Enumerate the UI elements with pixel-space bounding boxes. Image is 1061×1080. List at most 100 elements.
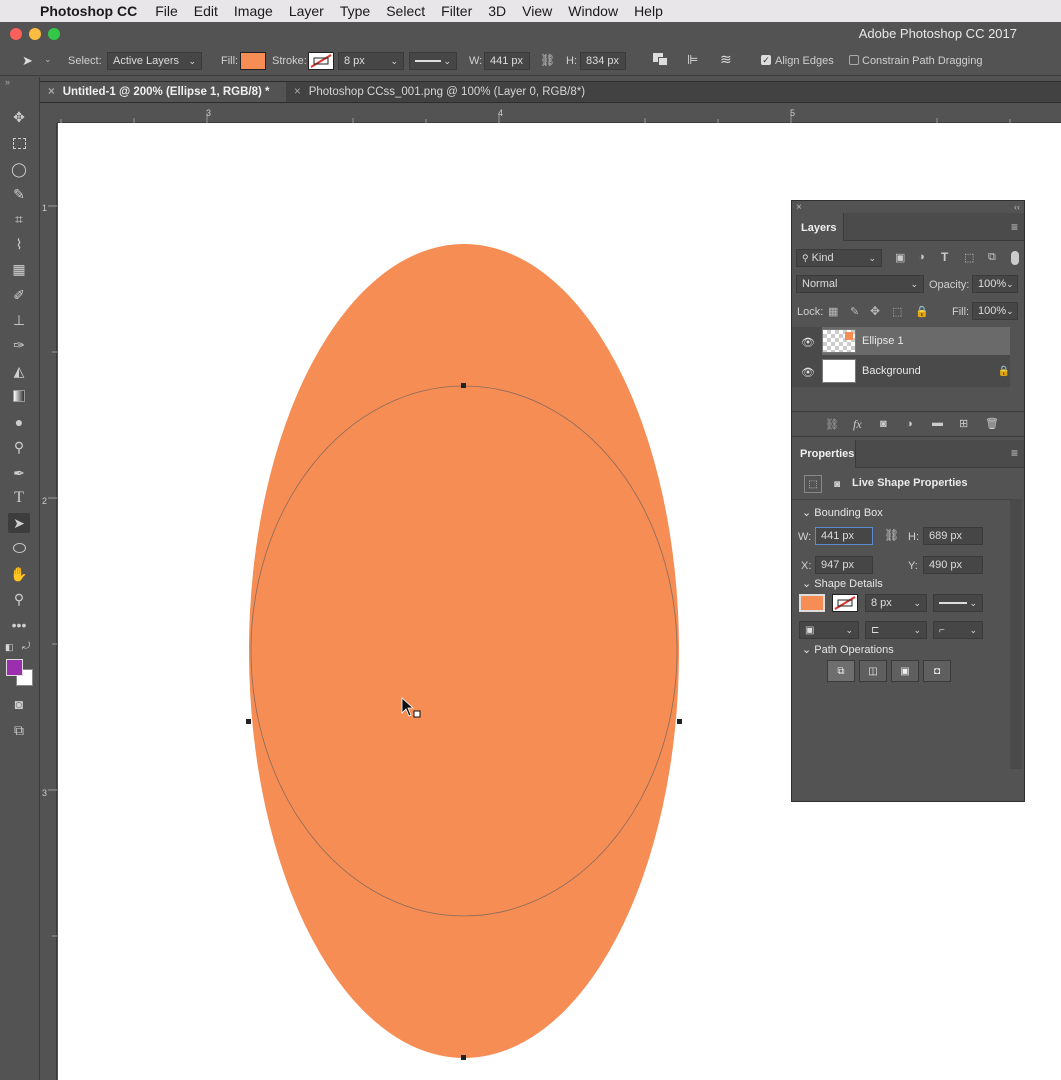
combine-shapes-button[interactable]: ⧉ <box>827 660 855 682</box>
add-mask-icon[interactable]: ◙ <box>880 418 887 430</box>
crop-tool-icon[interactable]: ⌗ <box>8 209 30 229</box>
tab-untitled-1[interactable]: × Untitled-1 @ 200% (Ellipse 1, RGB/8) * <box>40 82 286 102</box>
adjustment-layer-icon[interactable]: ◑ <box>906 418 913 430</box>
shape-stroke-type-dropdown[interactable]: ⌄ <box>933 594 983 612</box>
lasso-tool-icon[interactable]: ◯ <box>8 159 30 179</box>
visibility-eye-icon[interactable]: 👁 <box>801 366 815 379</box>
blur-tool-icon[interactable]: ● <box>8 412 30 432</box>
close-tab-icon[interactable]: × <box>294 86 301 98</box>
quick-selection-tool-icon[interactable]: ✎ <box>8 184 30 204</box>
select-dropdown[interactable]: Active Layers ⌄ <box>107 52 202 70</box>
eraser-tool-icon[interactable]: ◭ <box>8 361 30 381</box>
lock-all-icon[interactable]: 🔒 <box>915 305 929 318</box>
prop-width-field[interactable]: 441 px <box>815 527 873 545</box>
properties-panel-title[interactable]: Properties <box>800 448 854 460</box>
close-window-button[interactable] <box>10 28 22 40</box>
bounding-box-header[interactable]: ⌄ Bounding Box <box>802 506 883 519</box>
menu-file[interactable]: File <box>155 3 178 19</box>
close-tab-icon[interactable]: × <box>48 86 55 98</box>
prop-height-field[interactable]: 689 px <box>923 527 983 545</box>
ellipse-tool-icon[interactable] <box>8 538 30 558</box>
menu-view[interactable]: View <box>522 3 552 19</box>
lock-pixels-icon[interactable]: ✎ <box>850 305 859 318</box>
menu-filter[interactable]: Filter <box>441 3 472 19</box>
prop-x-field[interactable]: 947 px <box>815 556 873 574</box>
link-layers-icon[interactable]: ⛓ <box>825 418 839 431</box>
menu-type[interactable]: Type <box>340 3 370 19</box>
layers-panel-title[interactable]: Layers <box>801 222 836 234</box>
menu-select[interactable]: Select <box>386 3 425 19</box>
path-operations-icon[interactable] <box>653 53 669 67</box>
zoom-tool-icon[interactable]: ⚲ <box>8 589 30 609</box>
shape-stroke-width-field[interactable]: 8 px ⌄ <box>865 594 927 612</box>
shape-properties-icon[interactable]: ⬚ <box>804 475 822 493</box>
link-dimensions-icon[interactable]: ⛓ <box>884 528 899 542</box>
exclude-shapes-button[interactable]: ◘ <box>923 660 951 682</box>
swap-colors-icon[interactable]: ⤾ <box>22 641 30 652</box>
brush-tool-icon[interactable]: ✐ <box>8 285 30 305</box>
close-panel-icon[interactable]: × <box>796 202 802 213</box>
eyedropper-tool-icon[interactable]: ⌇ <box>8 234 30 254</box>
foreground-color-swatch[interactable] <box>6 659 23 676</box>
layer-fill-field[interactable]: 100% ⌄ <box>972 302 1018 320</box>
menu-window[interactable]: Window <box>568 3 618 19</box>
path-operations-header[interactable]: ⌄ Path Operations <box>802 643 894 656</box>
hand-tool-icon[interactable]: ✋ <box>8 564 30 584</box>
zoom-window-button[interactable] <box>48 28 60 40</box>
filter-adjustment-icon[interactable]: ◑ <box>918 251 925 263</box>
anchor-point-left[interactable] <box>246 719 251 724</box>
pen-tool-icon[interactable]: ✒ <box>8 463 30 483</box>
menu-layer[interactable]: Layer <box>289 3 324 19</box>
lock-position-icon[interactable]: ✥ <box>870 304 880 318</box>
stroke-caps-dropdown[interactable]: ⊏ ⌄ <box>865 621 927 639</box>
panel-menu-icon[interactable]: ≡ <box>1011 446 1018 460</box>
shape-details-header[interactable]: ⌄ Shape Details <box>802 577 883 590</box>
edit-toolbar-icon[interactable]: ••• <box>8 615 30 635</box>
menu-edit[interactable]: Edit <box>194 3 218 19</box>
align-edges-checkbox[interactable]: ✓ <box>761 55 771 65</box>
move-tool-icon[interactable]: ✥ <box>8 107 30 127</box>
path-alignment-icon[interactable]: ⊫ <box>687 52 698 68</box>
visibility-eye-icon[interactable]: 👁 <box>801 336 815 349</box>
tab-photoshop-ccss[interactable]: × Photoshop CCss_001.png @ 100% (Layer 0… <box>286 82 656 102</box>
shape-stroke-swatch[interactable] <box>832 594 858 612</box>
filter-type-icon[interactable]: T <box>941 250 948 264</box>
lock-transparent-icon[interactable]: ▦ <box>828 305 838 318</box>
screen-mode-icon[interactable]: ⧉ <box>8 720 30 740</box>
stroke-corners-dropdown[interactable]: ⌐ ⌄ <box>933 621 983 639</box>
quick-mask-icon[interactable]: ◙ <box>8 694 30 714</box>
menu-help[interactable]: Help <box>634 3 663 19</box>
anchor-point-bottom[interactable] <box>461 1055 466 1060</box>
menu-app-name[interactable]: Photoshop CC <box>40 3 137 19</box>
type-tool-icon[interactable]: T <box>8 488 30 508</box>
path-selection-tool-icon[interactable]: ➤ <box>22 53 33 69</box>
opacity-field[interactable]: 100% ⌄ <box>972 275 1018 293</box>
anchor-point-top[interactable] <box>461 383 466 388</box>
lock-artboard-icon[interactable]: ⬚ <box>892 305 902 318</box>
properties-scrollbar[interactable] <box>1010 499 1022 769</box>
filter-smart-object-icon[interactable]: ⧉ <box>988 251 996 264</box>
prop-y-field[interactable]: 490 px <box>923 556 983 574</box>
layer-row-background[interactable]: Background 🔒 <box>822 357 1010 385</box>
path-selection-tool-icon[interactable]: ➤ <box>8 513 30 533</box>
history-brush-tool-icon[interactable]: ✑ <box>8 335 30 355</box>
stroke-align-dropdown[interactable]: ▣ ⌄ <box>799 621 859 639</box>
marquee-tool-icon[interactable] <box>8 133 30 153</box>
subtract-shapes-button[interactable]: ◫ <box>859 660 887 682</box>
link-icon[interactable]: ⛓ <box>540 53 555 67</box>
path-arrangement-icon[interactable]: ≋ <box>720 51 732 68</box>
menu-3d[interactable]: 3D <box>488 3 506 19</box>
stroke-width-field[interactable]: 8 px ⌄ <box>338 52 404 70</box>
new-group-icon[interactable]: ▬ <box>932 417 943 429</box>
layer-row-ellipse-1[interactable]: Ellipse 1 <box>822 327 1010 355</box>
stroke-type-dropdown[interactable]: ⌄ <box>409 52 457 70</box>
stroke-color-swatch[interactable] <box>308 52 334 70</box>
gradient-tool-icon[interactable] <box>8 386 30 406</box>
filter-shape-icon[interactable]: ⬚ <box>964 251 974 264</box>
tool-preset-chevron-icon[interactable]: ⌄ <box>44 54 52 65</box>
fill-color-swatch[interactable] <box>240 52 266 70</box>
menu-image[interactable]: Image <box>234 3 273 19</box>
height-field[interactable]: 834 px <box>580 52 626 70</box>
blend-mode-dropdown[interactable]: Normal ⌄ <box>796 275 924 293</box>
collapse-panel-icon[interactable]: ‹‹ <box>1014 202 1020 212</box>
